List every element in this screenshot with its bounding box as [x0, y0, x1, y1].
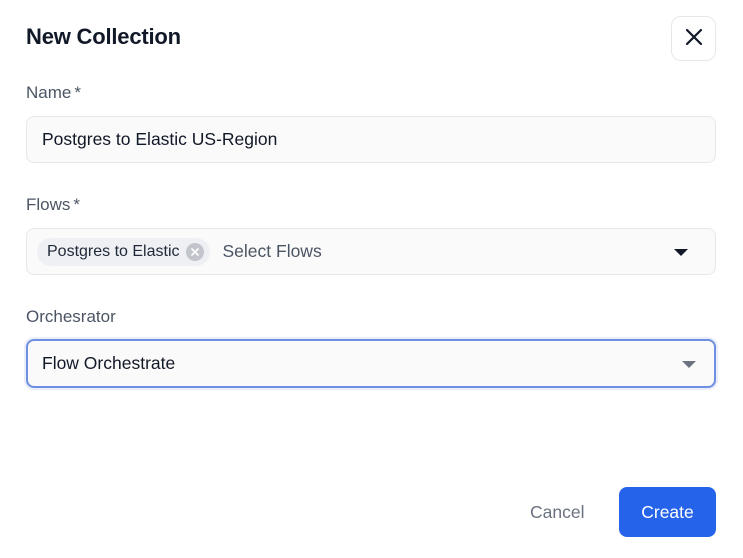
flows-required-mark: *: [73, 195, 81, 214]
create-button[interactable]: Create: [619, 487, 716, 537]
caret-down-icon[interactable]: [682, 361, 696, 368]
flows-multiselect[interactable]: Postgres to Elastic Select Flows: [26, 228, 716, 275]
orchestrator-label-text: Orchesrator: [26, 307, 116, 326]
flows-label: Flows *: [26, 195, 80, 215]
caret-down-icon[interactable]: [674, 249, 688, 256]
orchestrator-label: Orchesrator: [26, 307, 116, 327]
name-label: Name *: [26, 83, 81, 103]
close-button[interactable]: [671, 16, 716, 61]
new-collection-dialog: New Collection Name * Postgres to Elastic…: [0, 0, 743, 558]
flow-chip: Postgres to Elastic: [37, 237, 210, 266]
orchestrator-select-value: Flow Orchestrate: [42, 353, 176, 373]
name-required-mark: *: [74, 83, 81, 102]
flows-label-text: Flows: [26, 195, 71, 214]
close-icon: [685, 28, 703, 49]
name-input[interactable]: Postgres to Elastic US-Region: [26, 116, 716, 163]
cancel-button[interactable]: Cancel: [520, 492, 594, 532]
flows-placeholder: Select Flows: [222, 241, 322, 261]
chip-remove-icon[interactable]: [185, 242, 204, 261]
name-input-value: Postgres to Elastic US-Region: [42, 129, 278, 149]
flow-chip-label: Postgres to Elastic: [47, 242, 180, 260]
dialog-title: New Collection: [26, 24, 181, 49]
orchestrator-select[interactable]: Flow Orchestrate: [26, 339, 716, 388]
name-label-text: Name: [26, 83, 72, 102]
